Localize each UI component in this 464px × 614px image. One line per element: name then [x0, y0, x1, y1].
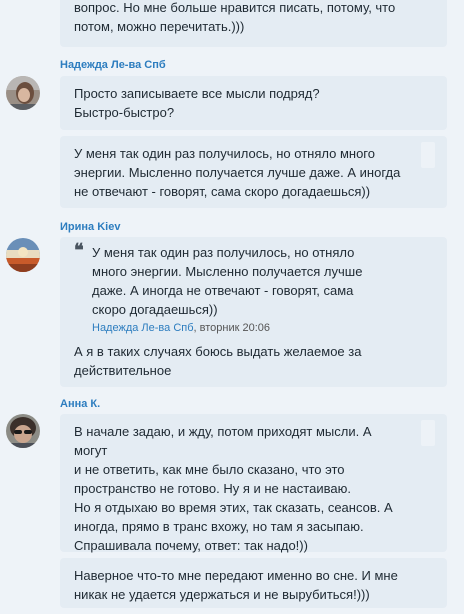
avatar[interactable]	[6, 414, 40, 448]
avatar-photo-icon	[6, 414, 40, 448]
sender-name[interactable]: Ирина Kiev	[60, 221, 120, 233]
sender-name[interactable]: Анна К.	[60, 398, 100, 410]
message-bubble[interactable]: В начале задаю, и жду, потом приходят мы…	[60, 414, 447, 553]
message-text: Наверное что-то мне передают именно во с…	[74, 568, 398, 602]
quote-time: , вторник 20:06	[193, 322, 271, 334]
reaction-placeholder[interactable]	[421, 142, 435, 168]
message-bubble[interactable]: Просто записываете все мысли подряд? Быс…	[60, 76, 447, 130]
quote-icon: ❝	[74, 240, 84, 261]
avatar-photo-icon	[6, 76, 40, 110]
avatar[interactable]	[6, 76, 40, 110]
message-bubble[interactable]: Наверное что-то мне передают именно во с…	[60, 558, 447, 608]
quote-meta: Надежда Ле-ва Спб, вторник 20:06	[92, 320, 407, 336]
avatar[interactable]	[6, 238, 40, 272]
sender-name[interactable]: Надежда Ле-ва Спб	[60, 59, 166, 71]
message-text: Просто записываете все мысли подряд? Быс…	[74, 86, 320, 120]
reaction-placeholder[interactable]	[421, 420, 435, 446]
quoted-message[interactable]: ❝ У меня так один раз получилось, но отн…	[74, 240, 407, 336]
quote-author[interactable]: Надежда Ле-ва Спб	[92, 322, 194, 334]
message-text: А я в таких случаях боюсь выдать желаемо…	[74, 344, 362, 378]
message-text: вопрос. Но мне больше нравится писать, п…	[74, 0, 396, 34]
quote-text: У меня так один раз получилось, но отнял…	[92, 245, 363, 317]
message-text: У меня так один раз получилось, но отнял…	[74, 146, 401, 199]
chat-feed: вопрос. Но мне больше нравится писать, п…	[0, 0, 464, 614]
avatar-photo-icon	[6, 238, 40, 272]
message-bubble[interactable]: У меня так один раз получилось, но отнял…	[60, 136, 447, 208]
message-text: В начале задаю, и жду, потом приходят мы…	[74, 424, 393, 553]
message-bubble[interactable]: вопрос. Но мне больше нравится писать, п…	[60, 0, 447, 47]
message-bubble[interactable]: ❝ У меня так один раз получилось, но отн…	[60, 237, 447, 387]
